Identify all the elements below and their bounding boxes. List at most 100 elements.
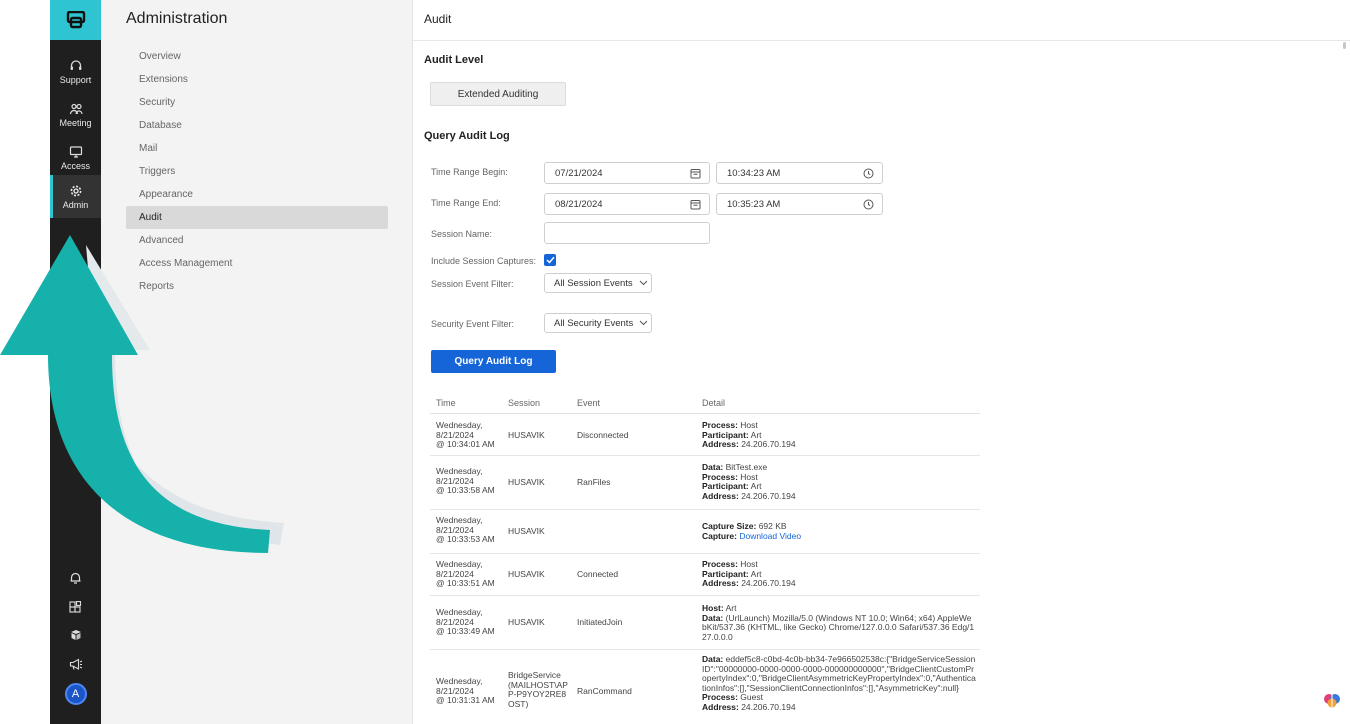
rail-notifications[interactable]	[50, 567, 101, 589]
time-range-begin-label: Time Range Begin:	[431, 167, 508, 177]
cell-session: HUSAVIK	[508, 617, 545, 627]
end-time-field[interactable]: 10:35:23 AM	[716, 193, 883, 215]
cell-session: HUSAVIK	[508, 477, 545, 487]
detail-value: Host	[737, 471, 758, 482]
nav-item-advanced[interactable]: Advanced	[126, 229, 388, 252]
nav-item-overview[interactable]: Overview	[126, 45, 388, 68]
rail-announcements[interactable]	[50, 653, 101, 675]
detail-value: Art	[748, 429, 762, 440]
column-header-time[interactable]: Time	[436, 398, 456, 408]
query-audit-log-button[interactable]: Query Audit Log	[431, 350, 556, 373]
app-logo[interactable]	[50, 0, 101, 40]
app-rail: Support Meeting Access Admin A	[50, 0, 101, 724]
cell-time: Wednesday, 8/21/2024 @ 10:34:01 AM	[436, 420, 506, 450]
detail-key: Capture:	[702, 530, 737, 541]
begin-time-field[interactable]: 10:34:23 AM	[716, 162, 883, 184]
nav-title: Administration	[126, 10, 228, 27]
nav-item-extensions[interactable]: Extensions	[126, 68, 388, 91]
cell-time: Wednesday, 8/21/2024 @ 10:33:58 AM	[436, 466, 506, 496]
megaphone-icon	[69, 658, 82, 670]
detail-value: 24.206.70.194	[738, 578, 796, 588]
end-time-value: 10:35:23 AM	[727, 198, 781, 210]
table-row[interactable]: Wednesday, 8/21/2024 @ 10:33:51 AM HUSAVIK…	[430, 554, 980, 596]
detail-key: Address:	[702, 578, 739, 588]
column-header-detail[interactable]: Detail	[702, 398, 725, 408]
session-name-label: Session Name:	[431, 229, 493, 239]
nav-item-mail[interactable]: Mail	[126, 137, 388, 160]
time-line: @ 10:31:31 AM	[436, 695, 495, 705]
clock-icon[interactable]	[863, 168, 874, 179]
detail-value: BitTest.exe	[723, 462, 768, 472]
begin-time-value: 10:34:23 AM	[727, 167, 781, 179]
nav-item-triggers[interactable]: Triggers	[126, 160, 388, 183]
audit-results-table: Time Session Event Detail Wednesday, 8/21…	[430, 393, 980, 724]
rail-user[interactable]: A	[50, 683, 101, 705]
column-header-event[interactable]: Event	[577, 398, 600, 408]
time-line: @ 10:33:49 AM	[436, 626, 495, 636]
detail-value: Art	[748, 481, 762, 491]
extended-auditing-button[interactable]: Extended Auditing	[430, 82, 566, 106]
cell-time: Wednesday, 8/21/2024 @ 10:33:49 AM	[436, 607, 506, 637]
assistant-brain-icon[interactable]	[1322, 690, 1342, 710]
session-event-filter-select[interactable]: All Session Events	[544, 273, 652, 293]
detail-key: Data:	[702, 612, 724, 623]
time-line: @ 10:33:58 AM	[436, 485, 495, 495]
rail-item-support[interactable]: Support	[50, 50, 101, 93]
detail-key: Data:	[702, 462, 724, 472]
page-title: Audit	[424, 12, 452, 26]
security-event-filter-select[interactable]: All Security Events	[544, 313, 652, 333]
cell-session: HUSAVIK	[508, 569, 545, 579]
table-row[interactable]: Wednesday, 8/21/2024 @ 10:33:49 AM HUSAVIK…	[430, 596, 980, 650]
column-header-session[interactable]: Session	[508, 398, 540, 408]
security-filter-value: All Security Events	[554, 317, 634, 329]
table-row[interactable]: Wednesday, 8/21/2024 @ 10:34:01 AM HUSAVIK…	[430, 414, 980, 456]
cell-session: BridgeService (MAILHOST\APP-P9YOY2RE8OST…	[508, 670, 568, 709]
rail-item-meeting[interactable]: Meeting	[50, 93, 101, 136]
rail-label-meeting: Meeting	[59, 117, 92, 128]
detail-value: (UrlLaunch) Mozilla/5.0 (Windows NT 10.0…	[702, 612, 975, 642]
security-event-filter-label: Security Event Filter:	[431, 319, 515, 329]
cell-time: Wednesday, 8/21/2024 @ 10:31:31 AM	[436, 676, 506, 706]
page-header: Audit	[413, 0, 1350, 41]
nav-item-audit[interactable]: Audit	[126, 206, 388, 229]
nav-item-access-management[interactable]: Access Management	[126, 252, 388, 275]
rail-label-support: Support	[59, 74, 92, 85]
table-row[interactable]: Wednesday, 8/21/2024 @ 10:31:31 AM BridgeS…	[430, 650, 980, 724]
calendar-icon[interactable]	[690, 199, 701, 210]
rail-extensions[interactable]	[50, 596, 101, 618]
end-date-value: 08/21/2024	[555, 198, 603, 210]
clock-icon[interactable]	[863, 199, 874, 210]
include-captures-checkbox[interactable]	[544, 254, 556, 266]
rail-label-access: Access	[60, 160, 90, 171]
end-date-field[interactable]: 08/21/2024	[544, 193, 710, 215]
nav-item-database[interactable]: Database	[126, 114, 388, 137]
begin-date-field[interactable]: 07/21/2024	[544, 162, 710, 184]
table-row[interactable]: Wednesday, 8/21/2024 @ 10:33:58 AM HUSAVIK…	[430, 456, 980, 510]
rail-product[interactable]	[50, 624, 101, 646]
nav-item-appearance[interactable]: Appearance	[126, 183, 388, 206]
cell-session: HUSAVIK	[508, 526, 545, 536]
session-name-input[interactable]	[544, 222, 710, 244]
rail-item-admin[interactable]: Admin	[50, 175, 101, 218]
query-audit-log-heading: Query Audit Log	[424, 130, 510, 142]
table-row[interactable]: Wednesday, 8/21/2024 @ 10:33:53 AM HUSAVIK…	[430, 510, 980, 554]
calendar-icon[interactable]	[690, 168, 701, 179]
detail-key: Participant:	[702, 429, 749, 440]
time-range-end-label: Time Range End:	[431, 198, 501, 208]
detail-key: Address:	[702, 490, 739, 501]
download-video-link[interactable]: Download Video	[739, 531, 801, 541]
detail-value: 692 KB	[756, 521, 787, 531]
detail-value: Guest	[737, 692, 763, 702]
rail-item-access[interactable]: Access	[50, 136, 101, 179]
detail-value: Art	[748, 568, 762, 579]
chevron-down-icon	[639, 320, 648, 326]
headset-icon	[70, 59, 81, 70]
detail-key: Participant:	[702, 568, 749, 579]
nav-item-security[interactable]: Security	[126, 91, 388, 114]
avatar[interactable]: A	[64, 683, 87, 705]
nav-item-reports[interactable]: Reports	[126, 275, 388, 298]
people-icon	[69, 103, 83, 114]
chevron-down-icon	[639, 280, 648, 286]
scrollbar[interactable]	[1343, 42, 1346, 49]
cell-detail: Capture Size: 692 KB Capture: Download V…	[702, 521, 976, 541]
